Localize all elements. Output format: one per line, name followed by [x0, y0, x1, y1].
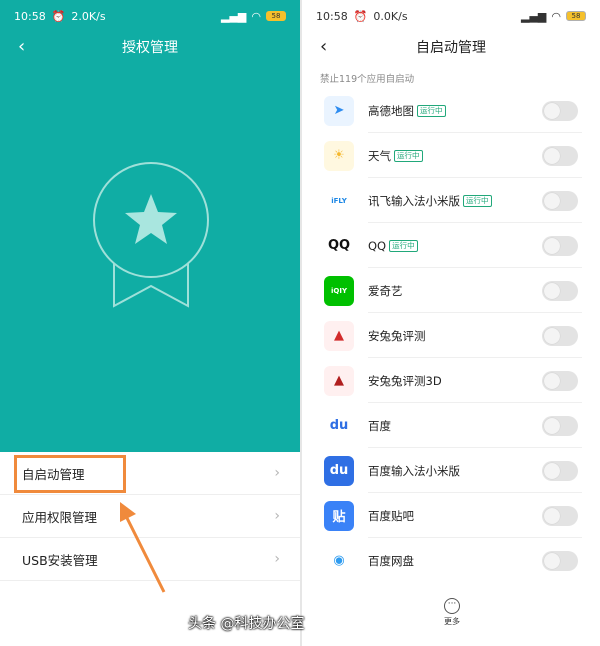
arrow-annotation-icon [120, 502, 166, 593]
autostart-screen: 10:58 ⏰ 0.0K/s ▂▄▆ ◠ 58 ‹ 自启动管理 禁止119个应用… [302, 0, 600, 646]
app-name: 百度网盘 [368, 553, 414, 568]
page-title: 授权管理 [122, 40, 178, 56]
autostart-toggle[interactable] [542, 460, 578, 481]
back-button[interactable]: ‹ [18, 36, 25, 57]
app-list: ➤ 高德地图 运行中 ☀ 天气 运行中 iFLY 讯飞输入法小米版 运行中 QQ QQ 运行中 iQIY… [302, 88, 600, 583]
baidu-input-icon: du [324, 455, 354, 486]
autostart-toggle[interactable] [542, 145, 578, 166]
ifly-icon: iFLY [324, 185, 354, 216]
badge-emblem-icon [88, 160, 214, 310]
watermark: 头条 @科技办公室 [188, 616, 305, 632]
status-time: 10:58 [14, 9, 46, 23]
chevron-right-icon: › [274, 551, 280, 567]
app-name: 天气 [368, 148, 391, 163]
chevron-right-icon: › [274, 508, 280, 524]
app-name-wrap: 高德地图 运行中 [368, 103, 446, 119]
autostart-toggle[interactable] [542, 325, 578, 346]
status-bar: 10:58 ⏰ 2.0K/s ▂▄▆ ◠ 58 [0, 0, 300, 32]
app-name-wrap: 安兔兔评测 [368, 328, 426, 344]
title-bar: ‹ 自启动管理 [302, 32, 600, 62]
autostart-toggle[interactable] [542, 190, 578, 211]
app-name: 安兔兔评测3D [368, 373, 442, 388]
more-label: 更多 [444, 617, 460, 626]
app-name: QQ [368, 238, 387, 253]
weather-icon: ☀ [324, 140, 354, 171]
network-speed: 2.0K/s [71, 9, 106, 23]
app-name-wrap: 百度输入法小米版 [368, 463, 460, 479]
autostart-toggle[interactable] [542, 415, 578, 436]
app-name: 讯飞输入法小米版 [368, 193, 460, 208]
app-name: 百度贴吧 [368, 508, 414, 523]
battery-icon: 58 [266, 11, 286, 21]
app-row: ▲ 安兔兔评测3D [302, 358, 600, 403]
more-button[interactable]: ··· 更多 [440, 598, 464, 627]
app-row: iFLY 讯飞输入法小米版 运行中 [302, 178, 600, 223]
app-name: 安兔兔评测 [368, 328, 426, 343]
antutu-3d-icon: ▲ [324, 365, 354, 396]
app-row: ▲ 安兔兔评测 [302, 313, 600, 358]
autostart-toggle[interactable] [542, 370, 578, 391]
app-name-wrap: 安兔兔评测3D [368, 373, 442, 389]
alarm-icon: ⏰ [51, 9, 66, 23]
alarm-icon: ⏰ [353, 9, 368, 23]
wifi-icon: ◠ [251, 9, 261, 23]
menu-item-label: USB安装管理 [22, 552, 98, 568]
app-name: 百度输入法小米版 [368, 463, 460, 478]
status-time: 10:58 [316, 9, 348, 23]
autostart-toggle[interactable] [542, 235, 578, 256]
app-row: du 百度输入法小米版 [302, 448, 600, 493]
autostart-toggle[interactable] [542, 550, 578, 571]
app-row: ◉ 百度网盘 [302, 538, 600, 583]
autostart-toggle[interactable] [542, 100, 578, 121]
status-bar: 10:58 ⏰ 0.0K/s ▂▄▆ ◠ 58 [302, 0, 600, 32]
chevron-right-icon: › [274, 465, 280, 481]
running-badge: 运行中 [463, 194, 492, 207]
battery-icon: 58 [566, 11, 586, 21]
wifi-icon: ◠ [551, 9, 561, 23]
signal-icon: ▂▄▆ [221, 9, 247, 23]
app-name: 高德地图 [368, 103, 414, 118]
menu-item-label: 应用权限管理 [22, 509, 98, 525]
highlight-box [14, 455, 126, 493]
app-name-wrap: 百度网盘 [368, 553, 414, 569]
antutu-icon: ▲ [324, 320, 354, 351]
baidu-tieba-icon: 贴 [324, 500, 354, 531]
title-bar: ‹ 授权管理 [0, 32, 300, 62]
app-name-wrap: QQ 运行中 [368, 239, 418, 253]
app-name-wrap: 爱奇艺 [368, 283, 403, 299]
baidu-icon: du [324, 410, 354, 441]
app-row: ➤ 高德地图 运行中 [302, 88, 600, 133]
app-row: QQ QQ 运行中 [302, 223, 600, 268]
app-name-wrap: 天气 运行中 [368, 148, 423, 164]
app-name: 百度 [368, 418, 391, 433]
more-icon: ··· [444, 598, 460, 614]
app-name: 爱奇艺 [368, 283, 403, 298]
app-name-wrap: 百度贴吧 [368, 508, 414, 524]
running-badge: 运行中 [417, 104, 446, 117]
network-speed: 0.0K/s [373, 9, 408, 23]
disabled-count-label: 禁止119个应用自启动 [320, 74, 415, 85]
autostart-toggle[interactable] [542, 280, 578, 301]
app-row: du 百度 [302, 403, 600, 448]
app-name-wrap: 讯飞输入法小米版 运行中 [368, 193, 492, 209]
autostart-toggle[interactable] [542, 505, 578, 526]
running-badge: 运行中 [394, 149, 423, 162]
qq-icon: QQ [324, 230, 354, 261]
app-name-wrap: 百度 [368, 418, 391, 434]
app-row: ☀ 天气 运行中 [302, 133, 600, 178]
back-button[interactable]: ‹ [320, 36, 327, 57]
app-row: 贴百度贴吧 [302, 493, 600, 538]
authorization-screen: 10:58 ⏰ 2.0K/s ▂▄▆ ◠ 58 ‹ 授权管理 自启动管理 › 应… [0, 0, 300, 646]
iqiyi-icon: iQIY [324, 275, 354, 306]
app-row: iQIY 爱奇艺 [302, 268, 600, 313]
page-title: 自启动管理 [416, 40, 486, 56]
signal-icon: ▂▄▆ [521, 9, 547, 23]
running-badge: 运行中 [389, 239, 418, 252]
baidu-netdisk-icon: ◉ [324, 545, 354, 576]
gaode-map-icon: ➤ [324, 95, 354, 126]
